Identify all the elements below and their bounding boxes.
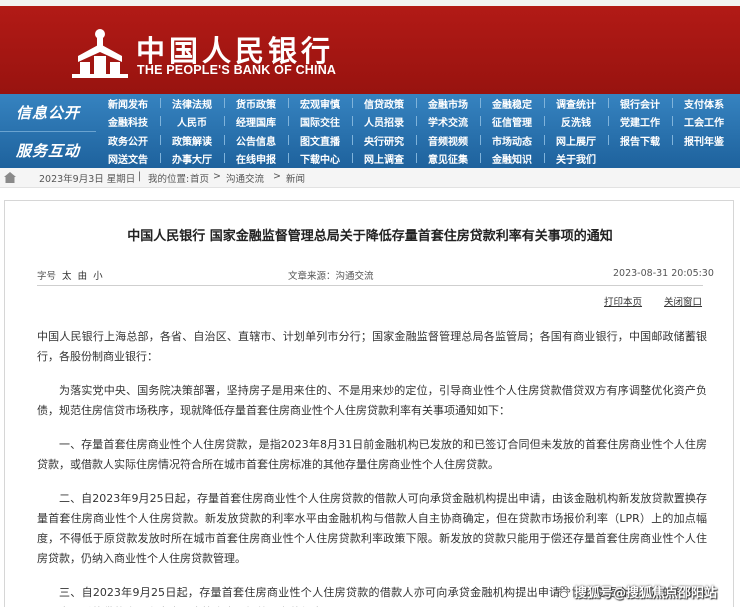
nav-item[interactable]: 网上调查: [352, 149, 417, 167]
nav-item[interactable]: 图文直播: [288, 131, 353, 149]
nav-item[interactable]: 市场动态: [480, 131, 545, 149]
watermark-text: 搜狐号@搜狐焦点邵阳站: [573, 586, 717, 601]
breadcrumb-item-home[interactable]: 首页: [190, 171, 209, 185]
breadcrumb-date: 2023年9月3日 星期日: [39, 174, 136, 185]
nav-item[interactable]: 人民币: [160, 112, 225, 130]
nav-item[interactable]: 宏观审慎: [288, 94, 353, 112]
nav-item[interactable]: 音频视频: [416, 131, 481, 149]
nav-item[interactable]: 关于我们: [544, 149, 608, 167]
bank-name-en: THE PEOPLE'S BANK OF CHINA: [137, 63, 337, 77]
breadcrumb-item-news[interactable]: 新闻: [286, 171, 305, 185]
nav-item[interactable]: 人员招录: [352, 112, 417, 130]
nav-item[interactable]: 金融稳定: [480, 94, 545, 112]
nav-row: 网送文告 办事大厅 在线申报 下载中心 网上调查 意见征集 金融知识 关于我们: [96, 149, 740, 167]
nav-section-service[interactable]: 服务互动: [0, 131, 96, 168]
font-size-control: 字号 太 由 小: [37, 268, 103, 282]
main-nav: 信息公开 服务互动 新闻发布 法律法规 货币政策 宏观审慎 信贷政策 金融市场 …: [0, 94, 740, 168]
article-source: 文章来源：沟通交流: [288, 271, 374, 282]
nav-item[interactable]: 金融市场: [416, 94, 481, 112]
nav-grid: 新闻发布 法律法规 货币政策 宏观审慎 信贷政策 金融市场 金融稳定 调查统计 …: [96, 94, 740, 168]
nav-item[interactable]: 货币政策: [224, 94, 289, 112]
article-paragraph: 为落实党中央、国务院决策部署，坚持房子是用来住的、不是用来炒的定位，引导商业性个…: [37, 384, 707, 417]
nav-item[interactable]: 网送文告: [96, 149, 161, 167]
nav-item[interactable]: 信贷政策: [352, 94, 417, 112]
article-panel: 中国人民银行 国家金融监督管理总局关于降低存量首套住房贷款利率有关事项的通知 字…: [4, 200, 734, 607]
font-size-medium[interactable]: 由: [78, 271, 88, 282]
site-header: 中国人民银行 THE PEOPLE'S BANK OF CHINA: [0, 6, 740, 94]
nav-item[interactable]: 征信管理: [480, 112, 545, 130]
print-link[interactable]: 打印本页: [604, 294, 642, 308]
nav-item[interactable]: 支付体系: [672, 94, 736, 112]
font-size-large[interactable]: 太: [62, 271, 72, 282]
nav-item[interactable]: 下载中心: [288, 149, 353, 167]
nav-item[interactable]: 意见征集: [416, 149, 481, 167]
nav-item[interactable]: 工会工作: [672, 112, 736, 130]
nav-item[interactable]: 网上展厅: [544, 131, 609, 149]
article-title: 中国人民银行 国家金融监督管理总局关于降低存量首套住房贷款利率有关事项的通知: [127, 229, 613, 244]
nav-item[interactable]: 国际交往: [288, 112, 353, 130]
nav-item[interactable]: 反洗钱: [544, 112, 609, 130]
pboc-logo-icon[interactable]: [70, 26, 130, 80]
nav-section-info[interactable]: 信息公开: [0, 94, 96, 131]
nav-section-label: 服务互动: [15, 141, 80, 160]
nav-item[interactable]: 党建工作: [608, 112, 673, 130]
article-datetime: 2023-08-31 20:05:30: [613, 268, 714, 279]
nav-item[interactable]: 学术交流: [416, 112, 481, 130]
sohu-paw-icon: [557, 586, 571, 598]
breadcrumb-prefix: 我的位置:: [148, 174, 190, 185]
nav-item[interactable]: 政策解读: [160, 131, 225, 149]
nav-item[interactable]: 办事大厅: [160, 149, 225, 167]
nav-item[interactable]: 报告下载: [608, 131, 673, 149]
divider: [37, 285, 703, 286]
article-paragraph: 中国人民银行上海总部，各省、自治区、直辖市、计划单列市分行；国家金融监督管理总局…: [37, 330, 707, 363]
nav-item[interactable]: 政务公开: [96, 131, 161, 149]
font-size-label: 字号: [37, 271, 57, 282]
breadcrumb-item-communication[interactable]: 沟通交流: [226, 171, 264, 185]
nav-row: 政务公开 政策解读 公告信息 图文直播 央行研究 音频视频 市场动态 网上展厅 …: [96, 131, 740, 149]
breadcrumb: 2023年9月3日 星期日 | 我的位置: 首页 > 沟通交流 > 新闻: [0, 168, 740, 188]
nav-item[interactable]: 经理国库: [224, 112, 289, 130]
watermark: 搜狐号@搜狐焦点邵阳站: [557, 582, 717, 601]
nav-item[interactable]: 银行会计: [608, 94, 673, 112]
close-window-link[interactable]: 关闭窗口: [664, 294, 702, 308]
font-size-small[interactable]: 小: [93, 271, 103, 282]
article-body: 中国人民银行上海总部，各省、自治区、直辖市、计划单列市分行；国家金融监督管理总局…: [37, 327, 707, 607]
nav-item[interactable]: 新闻发布: [96, 94, 161, 112]
nav-item[interactable]: 在线申报: [224, 149, 289, 167]
nav-item[interactable]: 金融科技: [96, 112, 161, 130]
nav-item[interactable]: 金融知识: [480, 149, 545, 167]
nav-item[interactable]: 央行研究: [352, 131, 417, 149]
breadcrumb-arrow: >: [273, 171, 281, 182]
nav-item[interactable]: 公告信息: [224, 131, 289, 149]
nav-row: 金融科技 人民币 经理国库 国际交往 人员招录 学术交流 征信管理 反洗钱 党建…: [96, 112, 740, 130]
breadcrumb-arrow: >: [213, 171, 221, 182]
article-paragraph: 二、自2023年9月25日起，存量首套住房商业性个人住房贷款的借款人可向承贷金融…: [37, 492, 707, 565]
nav-item[interactable]: 报刊年鉴: [672, 131, 736, 149]
article-paragraph: 一、存量首套住房商业性个人住房贷款，是指2023年8月31日前金融机构已发放的和…: [37, 438, 707, 471]
nav-row: 新闻发布 法律法规 货币政策 宏观审慎 信贷政策 金融市场 金融稳定 调查统计 …: [96, 94, 740, 112]
nav-item[interactable]: 法律法规: [160, 94, 225, 112]
nav-section-label: 信息公开: [15, 104, 80, 122]
home-icon: [4, 172, 16, 183]
breadcrumb-separator: |: [138, 171, 142, 182]
nav-item[interactable]: 调查统计: [544, 94, 609, 112]
